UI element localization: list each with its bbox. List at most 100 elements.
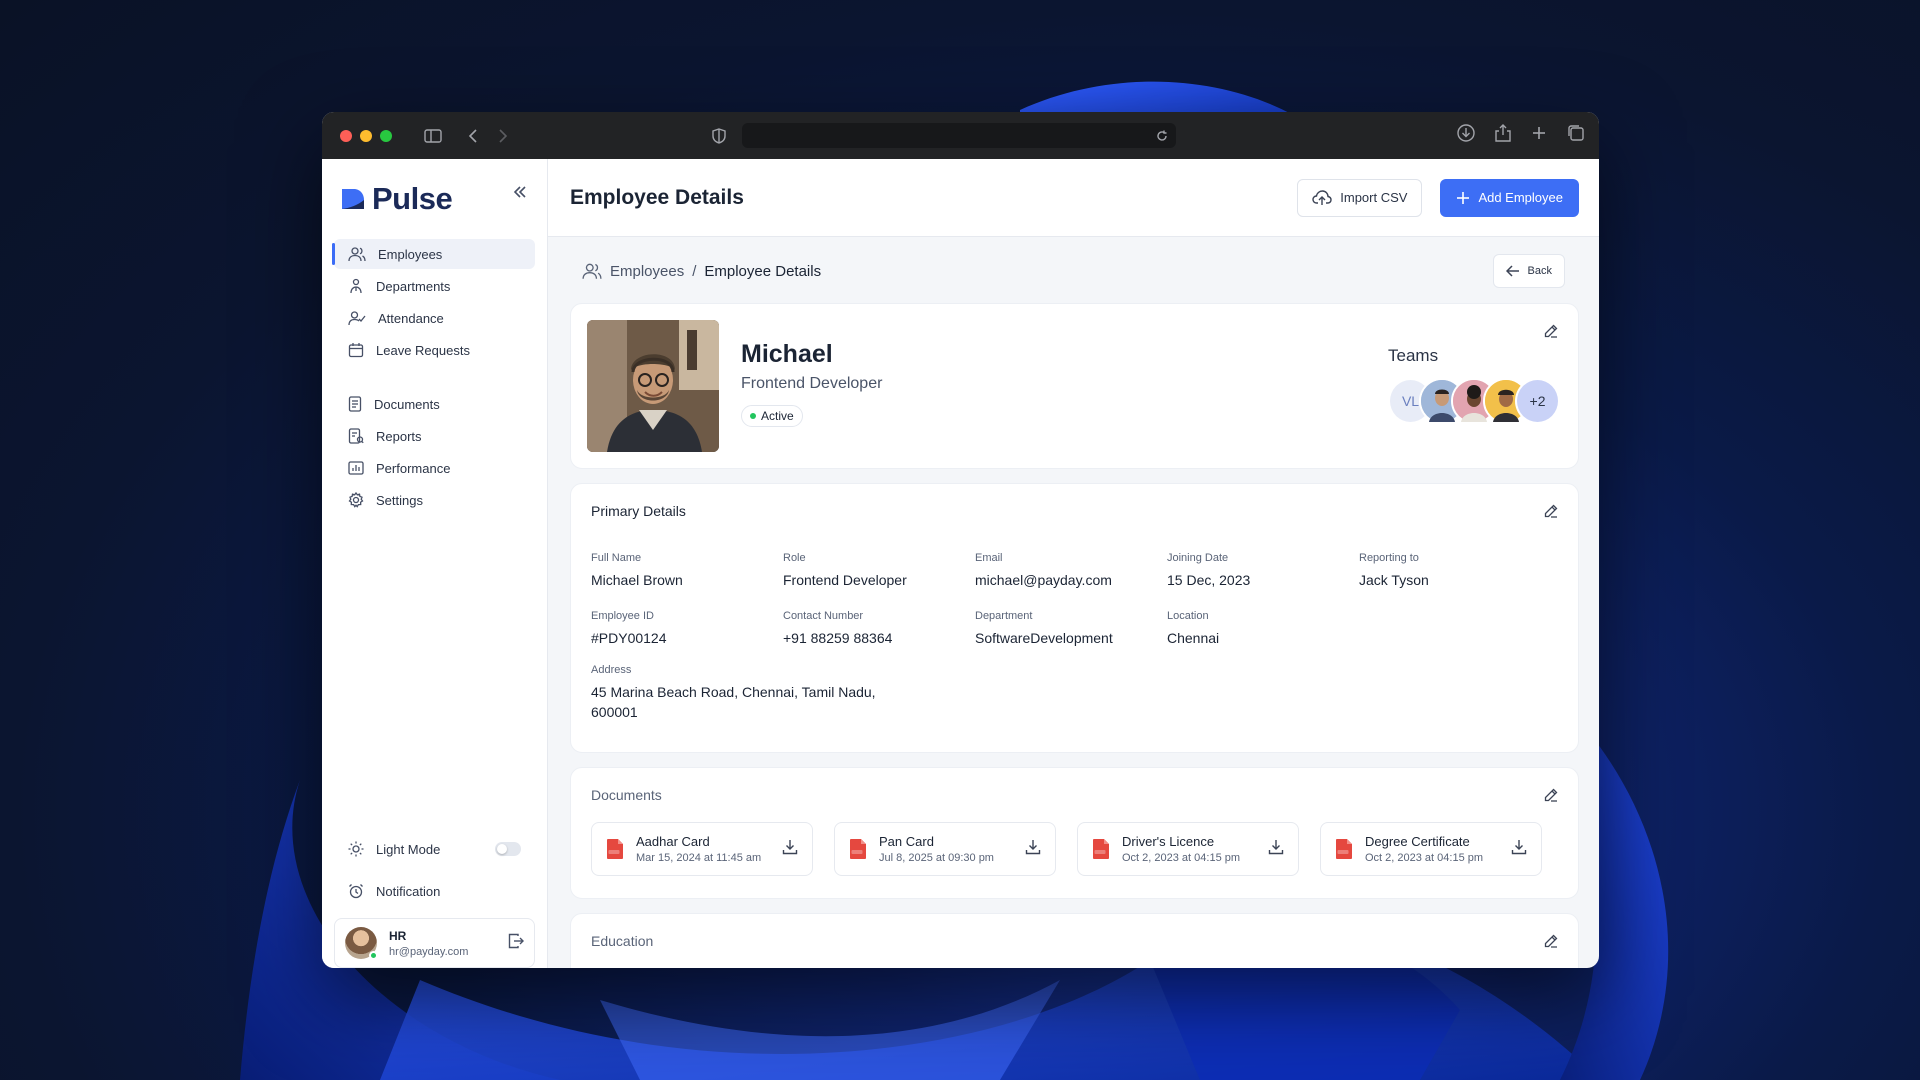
field-value: 15 Dec, 2023 bbox=[1167, 572, 1251, 588]
sidebar-item-employees[interactable]: Employees bbox=[332, 239, 535, 269]
reload-icon[interactable] bbox=[1156, 130, 1168, 142]
field-label: Full Name bbox=[591, 552, 642, 564]
document-date: Mar 15, 2024 at 11:45 am bbox=[636, 852, 762, 864]
online-status-dot bbox=[369, 951, 378, 960]
page-title: Employee Details bbox=[570, 185, 744, 209]
shield-icon[interactable] bbox=[712, 128, 726, 144]
brand-name: Pulse bbox=[372, 181, 453, 216]
import-csv-button[interactable]: Import CSV bbox=[1297, 178, 1423, 217]
notification-row[interactable]: Notification bbox=[334, 876, 535, 906]
document-item[interactable]: Aadhar Card Mar 15, 2024 at 11:45 am bbox=[591, 822, 813, 876]
app-container: Pulse Employees Departments Attendance L… bbox=[322, 159, 1599, 968]
light-mode-toggle[interactable] bbox=[495, 842, 521, 856]
field-label: Location bbox=[1167, 610, 1209, 622]
sidebar-item-settings[interactable]: Settings bbox=[334, 485, 535, 515]
download-icon[interactable] bbox=[1457, 124, 1475, 142]
users-icon bbox=[582, 263, 602, 279]
field-location: Location Chennai bbox=[1167, 610, 1359, 648]
minimize-window-button[interactable] bbox=[360, 129, 372, 142]
share-icon[interactable] bbox=[1495, 124, 1511, 142]
page-header: Employee Details Import CSV Add Employee bbox=[548, 159, 1599, 237]
education-card: Education bbox=[570, 913, 1579, 968]
document-item[interactable]: Driver's Licence Oct 2, 2023 at 04:15 pm bbox=[1077, 822, 1299, 876]
download-icon[interactable] bbox=[1511, 839, 1527, 860]
brand-logo[interactable]: Pulse bbox=[340, 181, 535, 217]
document-item[interactable]: Pan Card Jul 8, 2025 at 09:30 pm bbox=[834, 822, 1056, 876]
document-item[interactable]: Degree Certificate Oct 2, 2023 at 04:15 … bbox=[1320, 822, 1542, 876]
pdf-file-icon bbox=[1336, 839, 1352, 859]
field-value: #PDY00124 bbox=[591, 630, 667, 646]
education-header: Education bbox=[571, 914, 1578, 968]
sidebar-item-attendance[interactable]: Attendance bbox=[334, 303, 535, 333]
light-mode-label: Light Mode bbox=[376, 841, 441, 857]
field-value: Chennai bbox=[1167, 630, 1220, 646]
sidebar-item-departments[interactable]: Departments bbox=[334, 271, 535, 301]
address-bar[interactable] bbox=[742, 123, 1176, 148]
status-label: Active bbox=[761, 409, 794, 423]
field-label: Employee ID bbox=[591, 610, 654, 622]
sidebar: Pulse Employees Departments Attendance L… bbox=[322, 159, 548, 968]
calendar-icon bbox=[348, 343, 364, 358]
user-check-icon bbox=[348, 311, 366, 326]
team-avatars[interactable]: VL +2 bbox=[1388, 378, 1560, 424]
edit-primary-details-icon[interactable] bbox=[1544, 504, 1558, 523]
field-value: 45 Marina Beach Road, Chennai, Tamil Nad… bbox=[591, 684, 876, 720]
field-value: +91 88259 88364 bbox=[783, 630, 893, 646]
field-contact-number: Contact Number +91 88259 88364 bbox=[783, 610, 975, 648]
collapse-sidebar-icon[interactable] bbox=[513, 185, 527, 203]
field-department: Department SoftwareDevelopment bbox=[975, 610, 1167, 648]
sidebar-item-documents[interactable]: Documents bbox=[334, 389, 535, 419]
download-icon[interactable] bbox=[782, 839, 798, 860]
cloud-upload-icon bbox=[1312, 189, 1332, 205]
download-icon[interactable] bbox=[1268, 839, 1284, 860]
user-name: HR bbox=[389, 928, 407, 943]
breadcrumb-current: Employee Details bbox=[704, 262, 822, 280]
document-name: Driver's Licence bbox=[1122, 834, 1215, 849]
sidebar-item-label: Leave Requests bbox=[376, 342, 470, 358]
browser-toolbar-right bbox=[1457, 124, 1585, 142]
page-body: Employees / Employee Details Back Michae… bbox=[548, 237, 1599, 968]
sidebar-toggle-icon[interactable] bbox=[424, 128, 442, 143]
field-value: SoftwareDevelopment bbox=[975, 630, 1113, 646]
breadcrumb-row: Employees / Employee Details Back bbox=[570, 253, 1579, 289]
primary-details-title: Primary Details bbox=[591, 503, 686, 519]
team-more-count[interactable]: +2 bbox=[1515, 378, 1560, 424]
breadcrumb-employees[interactable]: Employees bbox=[610, 263, 684, 280]
add-employee-button[interactable]: Add Employee bbox=[1440, 178, 1579, 217]
pdf-file-icon bbox=[1093, 839, 1109, 859]
edit-profile-icon[interactable] bbox=[1544, 324, 1558, 343]
browser-window: Pulse Employees Departments Attendance L… bbox=[322, 112, 1599, 968]
sidebar-item-reports[interactable]: Reports bbox=[334, 421, 535, 451]
profile-info: Michael Frontend Developer Active bbox=[741, 340, 882, 452]
sun-icon bbox=[348, 841, 364, 857]
new-tab-icon[interactable] bbox=[1531, 124, 1547, 142]
sidebar-item-leave-requests[interactable]: Leave Requests bbox=[334, 335, 535, 365]
document-info: Aadhar Card Mar 15, 2024 at 11:45 am bbox=[636, 834, 761, 864]
sidebar-item-performance[interactable]: Performance bbox=[334, 453, 535, 483]
tabs-overview-icon[interactable] bbox=[1567, 124, 1585, 142]
details-grid: Full Name Michael Brown Role Frontend Deve… bbox=[571, 538, 1578, 648]
back-nav-icon[interactable] bbox=[468, 128, 478, 143]
sidebar-item-label: Attendance bbox=[378, 310, 444, 326]
documents-header: Documents bbox=[571, 768, 1578, 822]
sidebar-item-label: Reports bbox=[376, 428, 422, 444]
sidebar-item-label: Departments bbox=[376, 278, 451, 294]
edit-documents-icon[interactable] bbox=[1544, 788, 1558, 807]
document-name: Aadhar Card bbox=[636, 834, 710, 849]
report-icon bbox=[348, 428, 364, 444]
download-icon[interactable] bbox=[1025, 839, 1041, 860]
field-label: Email bbox=[975, 552, 1003, 564]
user-info: HR hr@payday.com bbox=[389, 929, 468, 958]
user-card[interactable]: HR hr@payday.com bbox=[334, 918, 535, 968]
back-label: Back bbox=[1527, 265, 1552, 277]
forward-nav-icon[interactable] bbox=[498, 128, 508, 143]
edit-education-icon[interactable] bbox=[1544, 934, 1558, 953]
logout-icon[interactable] bbox=[508, 933, 524, 954]
close-window-button[interactable] bbox=[340, 129, 352, 142]
documents-list: Aadhar Card Mar 15, 2024 at 11:45 am Pan… bbox=[571, 822, 1578, 894]
status-badge: Active bbox=[741, 405, 803, 427]
documents-title: Documents bbox=[591, 787, 662, 803]
maximize-window-button[interactable] bbox=[380, 129, 392, 142]
back-button[interactable]: Back bbox=[1492, 254, 1565, 288]
